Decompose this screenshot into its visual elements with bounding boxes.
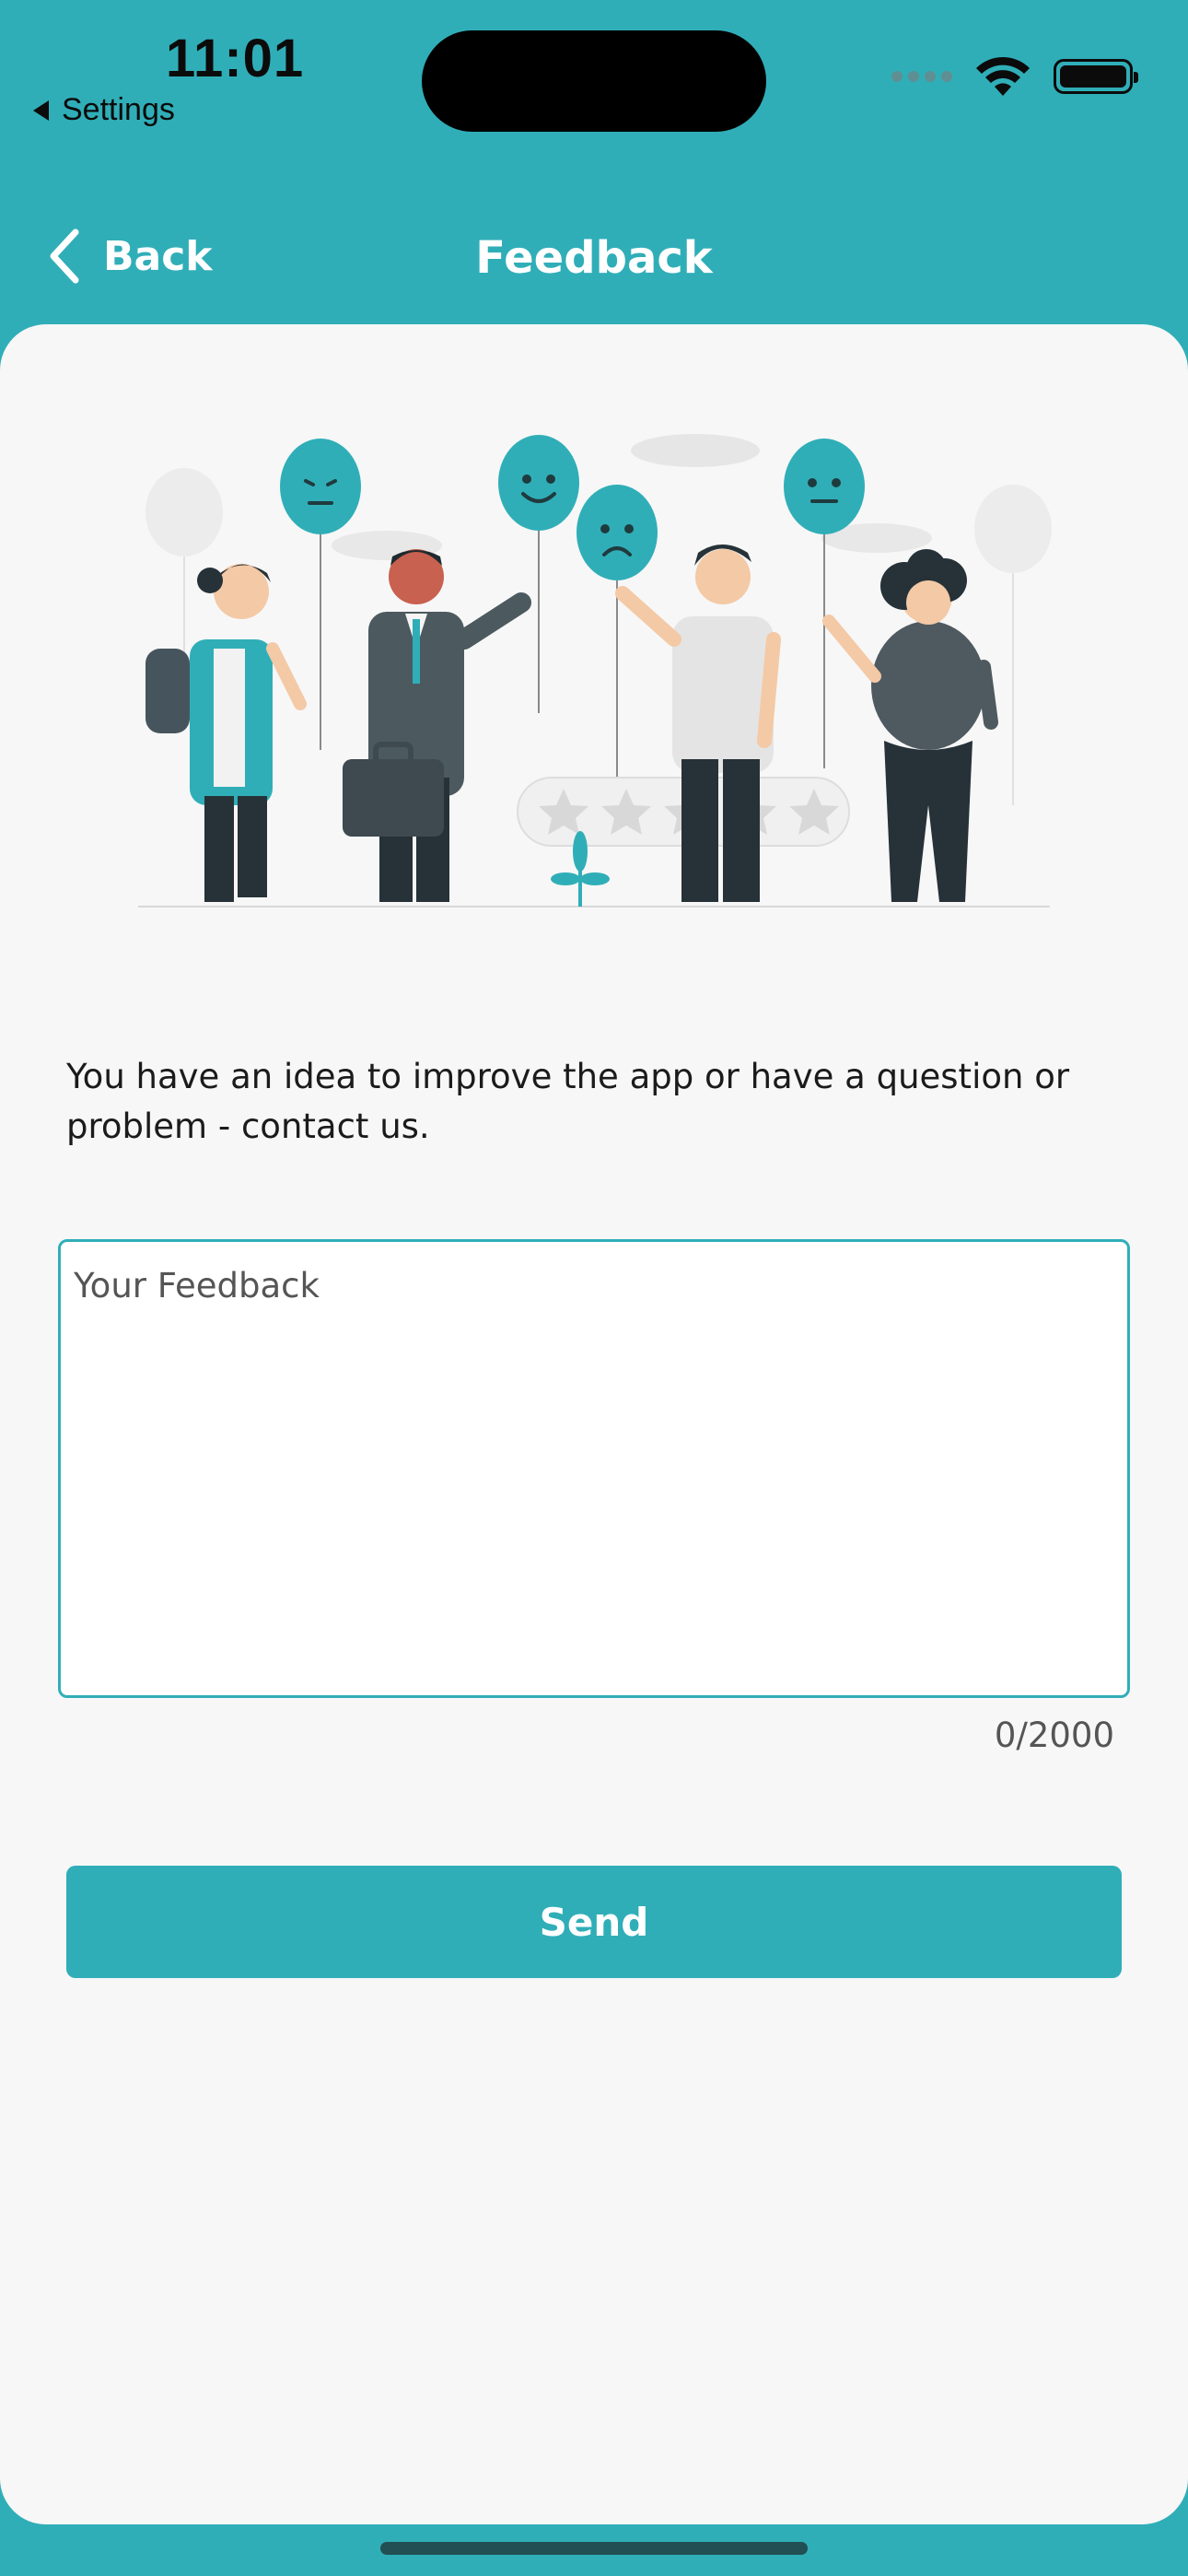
feedback-placeholder: Your Feedback bbox=[74, 1266, 320, 1306]
send-button[interactable]: Send bbox=[66, 1866, 1122, 1978]
back-triangle-icon bbox=[33, 100, 49, 121]
navigation-bar: Back Feedback bbox=[0, 212, 1188, 304]
feedback-textarea[interactable]: Your Feedback bbox=[58, 1239, 1130, 1698]
status-time: 11:01 bbox=[166, 29, 305, 88]
home-indicator[interactable] bbox=[380, 2542, 808, 2555]
content-card: You have an idea to improve the app or h… bbox=[0, 324, 1188, 2524]
dynamic-island bbox=[422, 30, 766, 132]
intro-text: You have an idea to improve the app or h… bbox=[66, 1057, 1070, 1146]
character-counter: 0/2000 bbox=[994, 1715, 1114, 1755]
feedback-people-illustration bbox=[138, 434, 1052, 907]
page-title: Feedback bbox=[475, 232, 713, 284]
cellular-signal-icon bbox=[891, 71, 952, 82]
wifi-icon bbox=[976, 56, 1030, 96]
battery-icon bbox=[1054, 59, 1138, 94]
status-icons bbox=[891, 55, 1138, 98]
return-to-settings-label: Settings bbox=[62, 92, 175, 127]
return-to-settings[interactable]: Settings bbox=[33, 92, 175, 128]
